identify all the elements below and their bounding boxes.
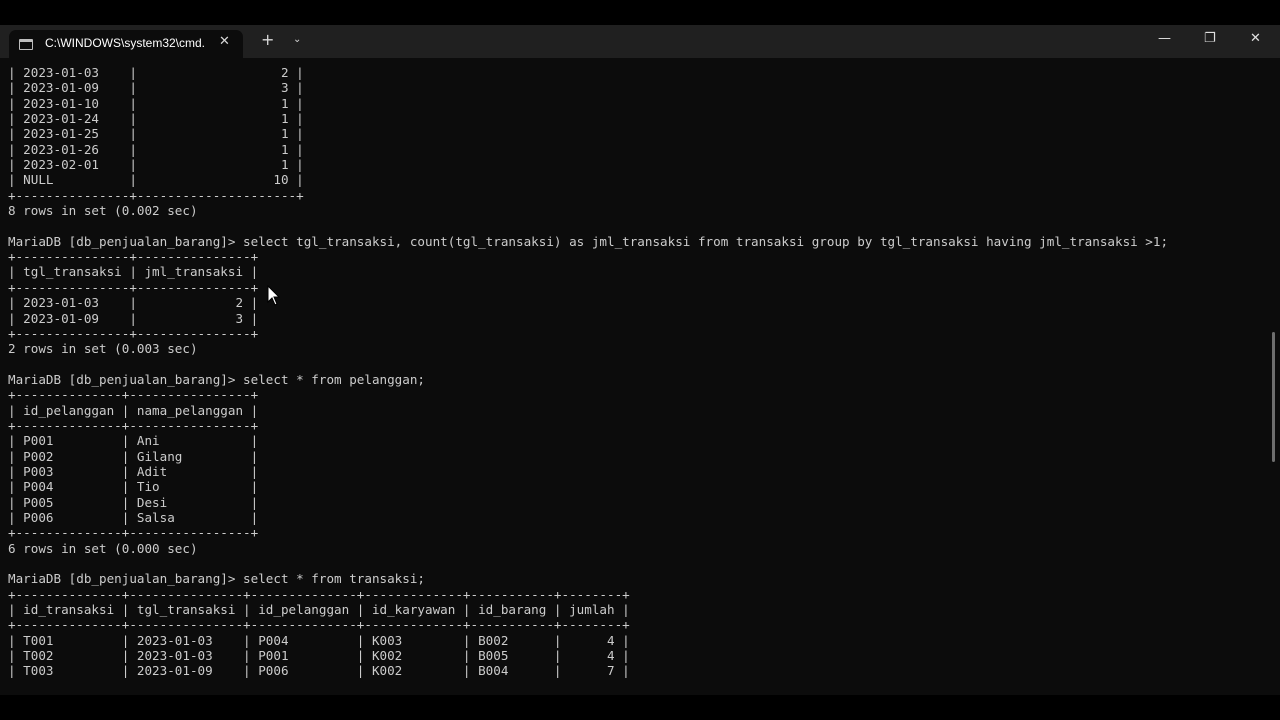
terminal-line: | P005 | Desi | — [8, 494, 259, 510]
restore-icon[interactable]: ❐ — [1204, 31, 1216, 46]
terminal-line: | id_transaksi | tgl_transaksi | id_pela… — [8, 602, 630, 618]
terminal-line: | 2023-01-24 | 1 | — [8, 111, 304, 127]
terminal-line: | 2023-01-09 | 3 | — [8, 310, 259, 326]
terminal-line: | 2023-01-09 | 3 | — [8, 80, 304, 96]
terminal-window: C:\WINDOWS\system32\cmd. ✕ + ⌄ — ❐ ✕ | 2… — [0, 25, 1280, 695]
terminal-line: MariaDB [db_penjualan_barang]> select * … — [8, 371, 426, 387]
terminal-line: | 2023-01-03 | 2 | — [8, 295, 259, 311]
terminal-line: | 2023-02-01 | 1 | — [8, 157, 304, 173]
plus-icon[interactable]: + — [261, 31, 274, 49]
terminal-line: +---------------+---------------+ — [8, 325, 259, 341]
terminal-line: | P006 | Salsa | — [8, 509, 259, 525]
terminal-line: MariaDB [db_penjualan_barang]> select tg… — [8, 233, 1169, 249]
terminal-line: | 2023-01-10 | 1 | — [8, 95, 304, 111]
terminal-line: | id_pelanggan | nama_pelanggan | — [8, 402, 259, 418]
scrollbar-thumb[interactable] — [1272, 332, 1275, 462]
terminal-line: | 2023-01-03 | 2 | — [8, 65, 304, 80]
terminal-line: +---------------+---------------+ — [8, 279, 259, 295]
terminal-line: | T003 | 2023-01-09 | P006 | K002 | B004… — [8, 663, 630, 679]
terminal-line: | P003 | Adit | — [8, 463, 259, 479]
terminal-line: MariaDB [db_penjualan_barang]> select * … — [8, 571, 426, 587]
terminal-line: +--------------+----------------+ — [8, 387, 259, 403]
terminal-line: | P002 | Gilang | — [8, 448, 259, 464]
terminal-line: | P004 | Tio | — [8, 479, 259, 495]
terminal-line: | tgl_transaksi | jml_transaksi | — [8, 264, 259, 280]
terminal-line: +--------------+---------------+--------… — [8, 586, 630, 602]
terminal-line: | T001 | 2023-01-03 | P004 | K003 | B002… — [8, 632, 630, 648]
terminal-line: | T002 | 2023-01-03 | P001 | K002 | B005… — [8, 648, 630, 664]
title-bar: C:\WINDOWS\system32\cmd. ✕ + ⌄ — ❐ ✕ — [0, 25, 1280, 58]
terminal-line: +---------------+---------------------+ — [8, 187, 304, 203]
terminal-line: | NULL | 10 | — [8, 172, 304, 188]
minimize-icon[interactable]: — — [1158, 31, 1171, 46]
terminal-line: | 2023-01-25 | 1 | — [8, 126, 304, 142]
terminal-line: | 2023-01-26 | 1 | — [8, 141, 304, 157]
close-window-icon[interactable]: ✕ — [1250, 31, 1261, 46]
mouse-pointer-icon — [267, 285, 281, 306]
chevron-down-icon[interactable]: ⌄ — [293, 34, 301, 45]
terminal-line: +--------------+----------------+ — [8, 417, 259, 433]
tab-cmd[interactable]: C:\WINDOWS\system32\cmd. ✕ — [9, 30, 243, 58]
terminal-line: +--------------+----------------+ — [8, 525, 259, 541]
close-icon[interactable]: ✕ — [219, 34, 230, 49]
terminal-output[interactable]: | 2023-01-03 | 2 | | 2023-01-09 | 3 | | 20… — [8, 65, 1168, 679]
tab-title: C:\WINDOWS\system32\cmd. — [45, 36, 206, 50]
terminal-icon — [19, 39, 33, 50]
terminal-line: 8 rows in set (0.002 sec) — [8, 203, 198, 219]
terminal-line: 2 rows in set (0.003 sec) — [8, 341, 198, 357]
terminal-line: +--------------+---------------+--------… — [8, 617, 630, 633]
terminal-line: +---------------+---------------+ — [8, 249, 259, 265]
terminal-line: | P001 | Ani | — [8, 433, 259, 449]
terminal-line: 6 rows in set (0.000 sec) — [8, 540, 198, 556]
